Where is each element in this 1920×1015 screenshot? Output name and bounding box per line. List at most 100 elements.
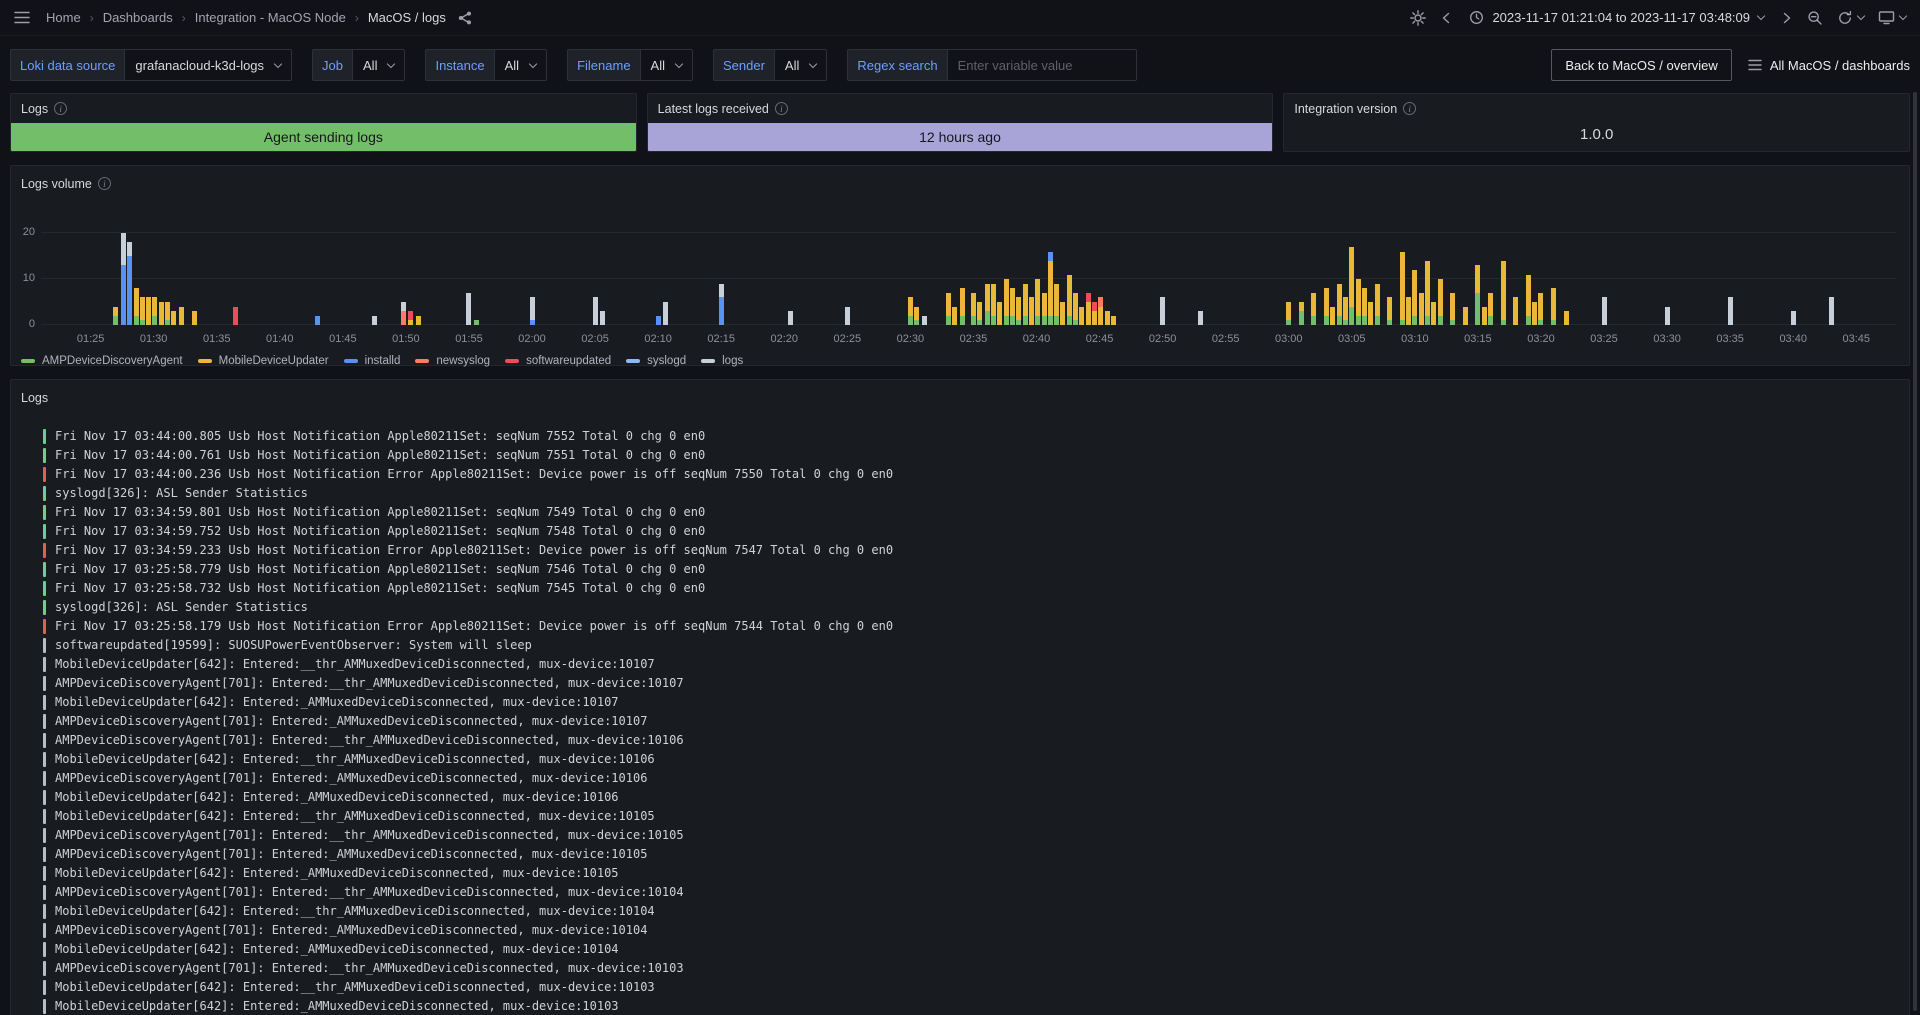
log-row[interactable]: MobileDeviceUpdater[642]: Entered:_AMMux… [43, 693, 1901, 712]
log-row[interactable]: AMPDeviceDiscoveryAgent[701]: Entered:_A… [43, 845, 1901, 864]
breadcrumb-item-home[interactable]: Home [46, 10, 81, 25]
all-macos-dashboards-button[interactable]: All MacOS / dashboards [1748, 58, 1910, 73]
bar-segment-MobileDeviceUpdater [113, 307, 118, 316]
log-row[interactable]: AMPDeviceDiscoveryAgent[701]: Entered:__… [43, 826, 1901, 845]
display-mode-monitor-icon[interactable] [1874, 6, 1910, 29]
log-row[interactable]: MobileDeviceUpdater[642]: Entered:__thr_… [43, 807, 1901, 826]
log-row[interactable]: MobileDeviceUpdater[642]: Entered:_AMMux… [43, 997, 1901, 1015]
legend-item-softwareupdated[interactable]: softwareupdated [505, 355, 611, 367]
log-row[interactable]: AMPDeviceDiscoveryAgent[701]: Entered:_A… [43, 769, 1901, 788]
bar-segment-MobileDeviceUpdater [1375, 284, 1380, 316]
log-level-indicator [43, 505, 46, 520]
log-row[interactable]: Fri Nov 17 03:44:00.236 Usb Host Notific… [43, 465, 1901, 484]
time-range-picker[interactable]: 2023-11-17 01:21:04 to 2023-11-17 03:48:… [1462, 6, 1771, 29]
log-text: Fri Nov 17 03:44:00.805 Usb Host Notific… [55, 427, 705, 446]
breadcrumb-item-macos-logs[interactable]: MacOS / logs [368, 10, 446, 25]
zoom-out-time-range-icon[interactable] [1803, 6, 1827, 30]
legend-item-logs[interactable]: logs [701, 355, 743, 367]
panel-logs-stat: Logs i Agent sending logs [10, 93, 637, 152]
x-axis-label: 01:25 [77, 333, 105, 345]
log-row[interactable]: Fri Nov 17 03:25:58.179 Usb Host Notific… [43, 617, 1901, 636]
chevron-down-icon [274, 59, 282, 67]
log-row[interactable]: AMPDeviceDiscoveryAgent[701]: Entered:_A… [43, 712, 1901, 731]
log-row[interactable]: MobileDeviceUpdater[642]: Entered:_AMMux… [43, 788, 1901, 807]
bar-segment-AMPDeviceDiscoveryAgent [1450, 320, 1455, 325]
bar-segment-AMPDeviceDiscoveryAgent [1004, 316, 1009, 325]
bar-segment-AMPDeviceDiscoveryAgent [1337, 316, 1342, 325]
bar-segment-AMPDeviceDiscoveryAgent [1343, 320, 1348, 325]
loki-data-source-select[interactable]: grafanacloud-k3d-logs [124, 49, 292, 81]
legend-item-AMPDeviceDiscoveryAgent[interactable]: AMPDeviceDiscoveryAgent [21, 355, 183, 367]
stacked-bar [1035, 279, 1040, 325]
stacked-bar [1551, 288, 1556, 325]
panel-header: Integration version i [1284, 94, 1909, 117]
log-row[interactable]: MobileDeviceUpdater[642]: Entered:__thr_… [43, 750, 1901, 769]
log-row[interactable]: Fri Nov 17 03:25:58.779 Usb Host Notific… [43, 560, 1901, 579]
bar-segment-MobileDeviceUpdater [1023, 284, 1028, 316]
stacked-bar [1079, 307, 1084, 325]
log-row[interactable]: MobileDeviceUpdater[642]: Entered:__thr_… [43, 655, 1901, 674]
sender-select[interactable]: All [774, 49, 827, 81]
legend-item-syslogd[interactable]: syslogd [626, 355, 686, 367]
info-icon[interactable]: i [775, 102, 788, 115]
share-icon[interactable] [454, 7, 476, 29]
x-axis-label: 02:15 [707, 333, 735, 345]
log-row[interactable]: MobileDeviceUpdater[642]: Entered:_AMMux… [43, 864, 1901, 883]
dashboard-settings-gear-icon[interactable] [1406, 6, 1430, 30]
log-row[interactable]: AMPDeviceDiscoveryAgent[701]: Entered:_A… [43, 921, 1901, 940]
legend-item-newsyslog[interactable]: newsyslog [415, 355, 490, 367]
stacked-bar [922, 316, 927, 325]
legend-item-MobileDeviceUpdater[interactable]: MobileDeviceUpdater [198, 355, 329, 367]
info-icon[interactable]: i [54, 102, 67, 115]
regex-search-input[interactable] [947, 49, 1137, 81]
breadcrumb-item-dashboards[interactable]: Dashboards [103, 10, 173, 25]
log-row[interactable]: AMPDeviceDiscoveryAgent[701]: Entered:__… [43, 883, 1901, 902]
log-row[interactable]: AMPDeviceDiscoveryAgent[701]: Entered:__… [43, 731, 1901, 750]
time-range-back-chevron-icon[interactable] [1436, 7, 1456, 29]
menu-toggle-icon[interactable] [10, 7, 34, 28]
x-axis-label: 03:35 [1716, 333, 1744, 345]
refresh-dashboard-icon[interactable] [1833, 6, 1868, 30]
log-text: MobileDeviceUpdater[642]: Entered:_AMMux… [55, 997, 619, 1015]
stacked-bar [1054, 284, 1059, 325]
log-row[interactable]: AMPDeviceDiscoveryAgent[701]: Entered:__… [43, 959, 1901, 978]
log-row[interactable]: Fri Nov 17 03:34:59.752 Usb Host Notific… [43, 522, 1901, 541]
stacked-bar [1431, 302, 1436, 325]
page-scrollbar[interactable] [1913, 92, 1917, 1011]
panel-header: Logs volume i [19, 172, 1901, 195]
log-row[interactable]: MobileDeviceUpdater[642]: Entered:_AMMux… [43, 940, 1901, 959]
log-row[interactable]: Fri Nov 17 03:25:58.732 Usb Host Notific… [43, 579, 1901, 598]
breadcrumb-item-integration-macos-node[interactable]: Integration - MacOS Node [195, 10, 346, 25]
x-axis-label: 02:45 [1086, 333, 1114, 345]
log-row[interactable]: syslogd[326]: ASL Sender Statistics [43, 598, 1901, 617]
bar-segment-MobileDeviceUpdater [1349, 247, 1354, 307]
stacked-bar [1482, 307, 1487, 325]
log-text: MobileDeviceUpdater[642]: Entered:_AMMux… [55, 864, 619, 883]
log-row[interactable]: MobileDeviceUpdater[642]: Entered:__thr_… [43, 978, 1901, 997]
log-row[interactable]: Fri Nov 17 03:44:00.761 Usb Host Notific… [43, 446, 1901, 465]
legend-item-installd[interactable]: installd [344, 355, 401, 367]
instance-select[interactable]: All [494, 49, 547, 81]
log-row[interactable]: MobileDeviceUpdater[642]: Entered:__thr_… [43, 902, 1901, 921]
log-text: Fri Nov 17 03:34:59.752 Usb Host Notific… [55, 522, 705, 541]
time-range-forward-chevron-icon[interactable] [1777, 7, 1797, 29]
legend-swatch [415, 359, 429, 363]
info-icon[interactable]: i [98, 177, 111, 190]
info-icon[interactable]: i [1403, 102, 1416, 115]
stacked-bar [1111, 316, 1116, 325]
log-row[interactable]: Fri Nov 17 03:34:59.801 Usb Host Notific… [43, 503, 1901, 522]
bar-segment-MobileDeviceUpdater [1010, 288, 1015, 316]
log-row[interactable]: AMPDeviceDiscoveryAgent[701]: Entered:__… [43, 674, 1901, 693]
log-row[interactable]: Fri Nov 17 03:44:00.805 Usb Host Notific… [43, 427, 1901, 446]
log-row[interactable]: softwareupdated[19599]: SUOSUPowerEventO… [43, 636, 1901, 655]
job-select[interactable]: All [352, 49, 405, 81]
stacked-bar [152, 297, 157, 325]
log-level-indicator [43, 714, 46, 729]
log-row[interactable]: syslogd[326]: ASL Sender Statistics [43, 484, 1901, 503]
filename-select[interactable]: All [640, 49, 693, 81]
back-to-overview-button[interactable]: Back to MacOS / overview [1551, 49, 1731, 81]
stacked-bar [1438, 279, 1443, 325]
log-row[interactable]: Fri Nov 17 03:34:59.233 Usb Host Notific… [43, 541, 1901, 560]
log-level-indicator [43, 790, 46, 805]
bar-segment-logs [788, 311, 793, 325]
